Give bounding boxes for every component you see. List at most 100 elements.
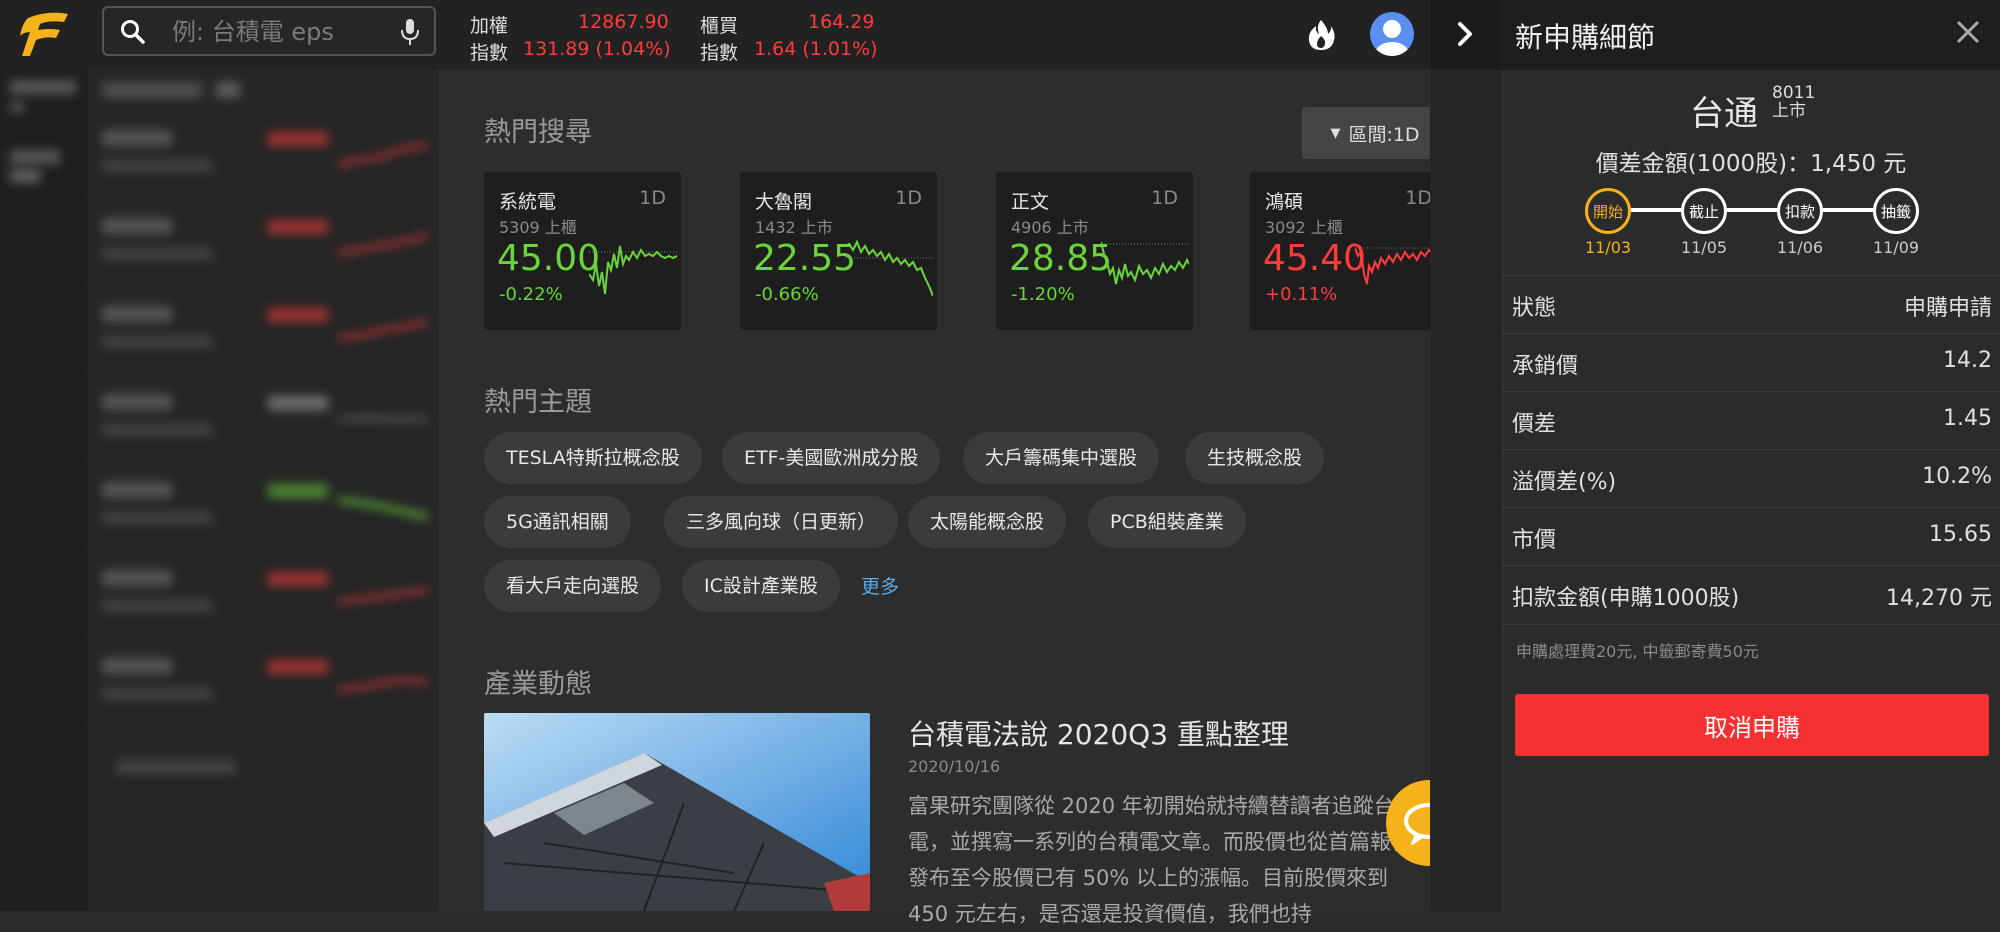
ipo-code-number: 8011: [1772, 83, 1816, 103]
search-input[interactable]: [170, 16, 394, 48]
news-date: 2020/10/16: [908, 757, 1001, 776]
stock-code: 3092 上櫃: [1265, 218, 1343, 237]
stock-period: 1D: [1405, 187, 1432, 209]
range-label: 區間:1D: [1348, 123, 1420, 146]
ipo-market: 上市: [1772, 101, 1806, 121]
stock-period: 1D: [1151, 187, 1178, 209]
otc-change: 1.64 (1.01%): [754, 38, 878, 60]
stock-card[interactable]: 系統電 1D 5309 上櫃 45.00 -0.22%: [484, 172, 681, 330]
left-rail: [0, 70, 88, 911]
stock-code: 5309 上櫃: [499, 218, 577, 237]
timeline-date: 11/05: [1680, 238, 1728, 257]
topic-chip[interactable]: 5G通訊相關: [484, 496, 631, 548]
stock-price: 45.00: [497, 238, 601, 279]
topic-chip[interactable]: 三多風向球（日更新）: [664, 496, 899, 548]
stock-price: 22.55: [753, 238, 857, 279]
topic-chip[interactable]: 看大戶走向選股: [484, 560, 662, 612]
stock-change: -0.66%: [755, 284, 819, 305]
logo-icon[interactable]: [14, 8, 72, 60]
panel-title: 新申購細節: [1515, 21, 1656, 54]
topic-chip[interactable]: 大戶籌碼集中選股: [963, 432, 1160, 484]
topic-chip[interactable]: PCB組裝產業: [1088, 496, 1246, 548]
detail-value: 15.65: [1929, 522, 1992, 547]
detail-row-premium: 溢價差(%) 10.2%: [1502, 449, 2000, 507]
timeline-step-start: 開始: [1585, 188, 1631, 234]
spread-amount: 價差金額(1000股)：1,450 元: [1595, 151, 1907, 177]
stock-period: 1D: [895, 187, 922, 209]
detail-label: 市價: [1512, 528, 1557, 553]
stock-name: 大魯閣: [755, 191, 813, 213]
detail-label: 狀態: [1512, 296, 1557, 321]
news-title[interactable]: 台積電法說 2020Q3 重點整理: [908, 713, 1289, 753]
timeline-step-deadline: 截止: [1681, 188, 1727, 234]
taiex-value: 12867.90: [578, 11, 669, 33]
detail-label: 扣款金額(申購1000股): [1512, 586, 1740, 611]
topic-chip[interactable]: 生技概念股: [1185, 432, 1325, 484]
stock-card[interactable]: 大魯閣 1D 1432 上市 22.55 -0.66%: [740, 172, 937, 330]
detail-value: 14.2: [1943, 348, 1992, 373]
cancel-subscription-button[interactable]: 取消申購: [1515, 694, 1989, 756]
detail-label: 價差: [1512, 412, 1557, 437]
collapse-button[interactable]: [1430, 0, 1500, 70]
detail-row-spread: 價差 1.45: [1502, 391, 2000, 449]
index-label-bottom: 指數: [470, 42, 509, 64]
otc-value: 164.29: [808, 11, 875, 33]
search-icon: [120, 19, 146, 49]
detail-value: 1.45: [1943, 406, 1992, 431]
search-box[interactable]: [102, 6, 436, 56]
timeline-connector: [1631, 208, 1683, 212]
stock-card[interactable]: 鴻碩 1D 3092 上櫃 45.40 +0.11%: [1250, 172, 1447, 330]
more-topics-link[interactable]: 更多: [861, 572, 899, 599]
detail-row-debit-amount: 扣款金額(申購1000股) 14,270 元: [1502, 565, 2000, 625]
detail-label: 溢價差(%): [1512, 470, 1617, 495]
stock-period: 1D: [639, 187, 666, 209]
detail-value: 10.2%: [1922, 464, 1992, 489]
sparkline: [845, 239, 933, 297]
taiex-change: 131.89 (1.04%): [523, 38, 671, 60]
chevron-right-icon: [1458, 22, 1472, 46]
timeline-step-lottery: 抽籤: [1873, 188, 1919, 234]
fee-note: 申購處理費20元, 中籤郵寄費50元: [1516, 642, 1759, 661]
timeline-date: 11/06: [1776, 238, 1824, 257]
ipo-stock-code: 8011 上市: [1772, 84, 1815, 120]
topic-chip[interactable]: IC設計產業股: [682, 560, 840, 612]
stock-name: 正文: [1011, 191, 1050, 213]
index-label-top: 櫃買: [700, 15, 739, 37]
sparkline: [589, 245, 677, 295]
caret-down-icon: ▼: [1330, 125, 1341, 141]
watchlist-pane: [88, 70, 438, 911]
news-excerpt: 富果研究團隊從 2020 年初開始就持續替讀者追蹤台積電，並撰寫一系列的台積電文…: [908, 794, 1416, 926]
stock-change: +0.11%: [1265, 284, 1338, 305]
topic-chip[interactable]: ETF-美國歐洲成分股: [722, 432, 941, 484]
stock-card[interactable]: 正文 1D 4906 上市 28.85 -1.20%: [996, 172, 1193, 330]
microphone-icon[interactable]: [400, 18, 420, 50]
flame-icon[interactable]: [1306, 18, 1336, 56]
timeline-date: 11/03: [1584, 238, 1632, 257]
index-label-bottom: 指數: [700, 42, 739, 64]
detail-value: 申購申請: [1903, 296, 1992, 321]
detail-row-underwriting-price: 承銷價 14.2: [1502, 333, 2000, 391]
detail-label: 承銷價: [1512, 354, 1579, 379]
range-button[interactable]: ▼ 區間:1D: [1302, 107, 1448, 159]
detail-row-status: 狀態 申購申請: [1502, 275, 2000, 333]
avatar[interactable]: [1370, 12, 1414, 56]
hot-topics-title: 熱門主題: [484, 387, 592, 418]
timeline-step-debit: 扣款: [1777, 188, 1823, 234]
timeline-date: 11/09: [1872, 238, 1920, 257]
stock-change: -1.20%: [1011, 284, 1075, 305]
stock-price: 28.85: [1009, 238, 1113, 279]
close-icon[interactable]: [1954, 18, 1982, 50]
index-label-top: 加權: [470, 15, 509, 37]
timeline-connector: [1727, 208, 1779, 212]
ipo-stock-name: 台通: [1690, 94, 1758, 134]
topic-chip[interactable]: 太陽能概念股: [908, 496, 1067, 548]
stock-name: 鴻碩: [1265, 191, 1304, 213]
stock-change: -0.22%: [499, 284, 563, 305]
stock-code: 4906 上市: [1011, 218, 1089, 237]
news-image[interactable]: [484, 713, 870, 911]
sparkline: [1101, 241, 1189, 285]
stock-name: 系統電: [499, 191, 557, 213]
stock-code: 1432 上市: [755, 218, 833, 237]
detail-row-market-price: 市價 15.65: [1502, 507, 2000, 565]
topic-chip[interactable]: TESLA特斯拉概念股: [484, 432, 702, 484]
